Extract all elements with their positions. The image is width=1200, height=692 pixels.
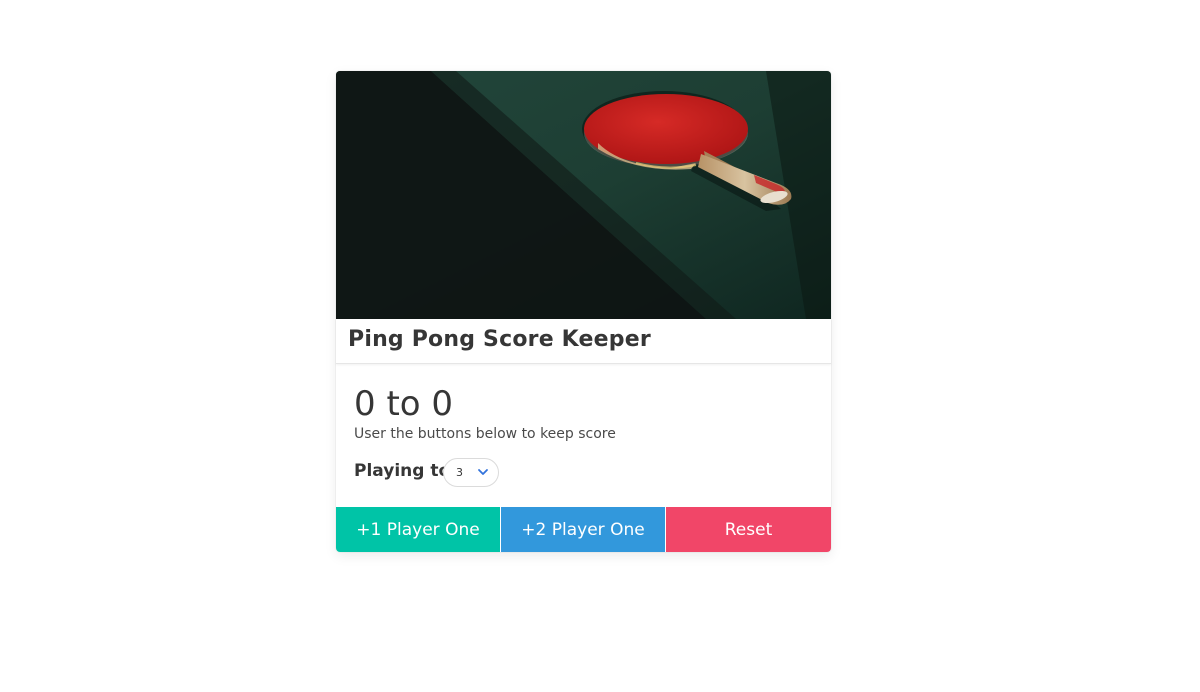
reset-button[interactable]: Reset	[666, 507, 831, 552]
score-display: 0 to 0	[354, 384, 454, 424]
player-one-button[interactable]: +1 Player One	[336, 507, 500, 552]
page-title: Ping Pong Score Keeper	[348, 327, 651, 352]
playing-to-label: Playing to	[354, 461, 451, 481]
playing-to-select[interactable]: 3	[443, 458, 499, 487]
ping-pong-image	[336, 71, 831, 319]
card-header: Ping Pong Score Keeper	[336, 319, 831, 364]
score-instructions: User the buttons below to keep score	[354, 426, 616, 442]
score-keeper-card: Ping Pong Score Keeper 0 to 0 User the b…	[336, 71, 831, 552]
player-two-button[interactable]: +2 Player One	[501, 507, 665, 552]
chevron-down-icon	[478, 469, 488, 475]
playing-to-value: 3	[456, 466, 463, 479]
